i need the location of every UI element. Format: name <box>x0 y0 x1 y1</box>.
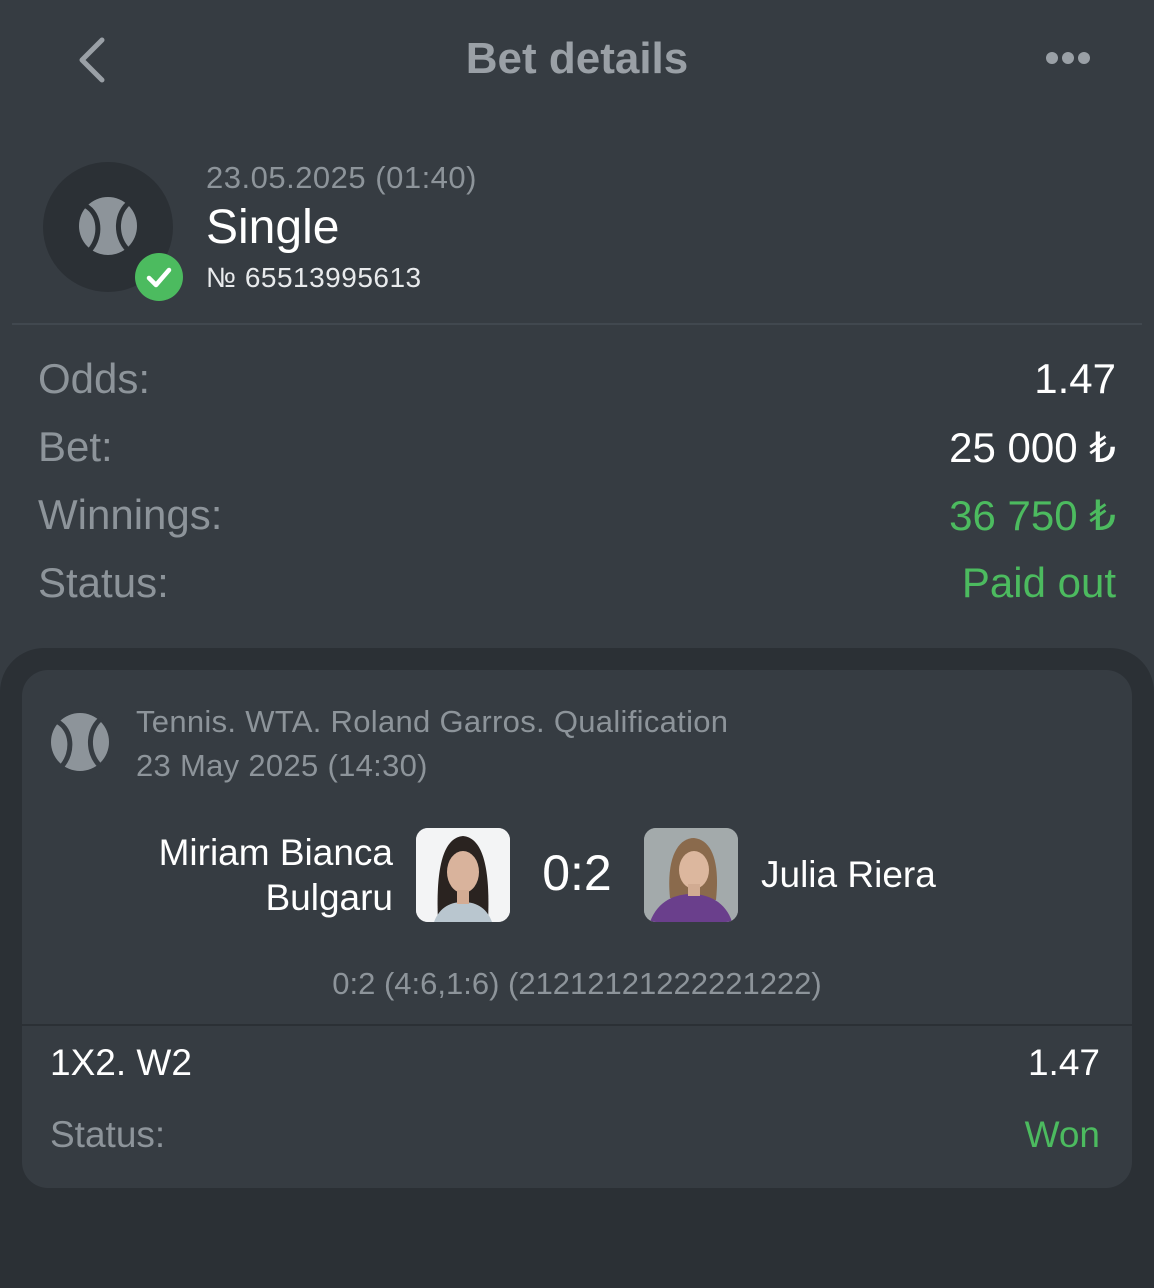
winnings-value: 36 750 ₺ <box>949 492 1116 539</box>
page-title: Bet details <box>465 34 689 83</box>
bet-date: 23.05.2025 (01:40) <box>206 160 477 195</box>
odds-value: 1.47 <box>1034 355 1116 402</box>
team1-name-line1: Miriam Bianca <box>158 832 393 873</box>
bet-number: № 65513995613 <box>206 262 422 293</box>
status-row: Status: Paid out <box>38 559 1116 609</box>
status-label: Status: <box>38 559 169 606</box>
team1-name-line2: Bulgaru <box>265 877 393 918</box>
selection-status-label: Status: <box>50 1114 166 1155</box>
top-bar: Bet details <box>0 0 1154 120</box>
status-value: Paid out <box>961 559 1116 606</box>
winnings-label: Winnings: <box>38 491 223 538</box>
stake-row: Bet: 25 000 ₺ <box>38 423 1116 473</box>
stake-label: Bet: <box>38 423 113 470</box>
divider <box>12 323 1142 325</box>
team2-avatar <box>644 828 738 922</box>
team2-name: Julia Riera <box>761 854 936 895</box>
event-league: Tennis. WTA. Roland Garros. Qualificatio… <box>136 704 729 739</box>
team1-avatar <box>416 828 510 922</box>
bet-type: Single <box>206 201 340 254</box>
set-scores: 0:2 (4:6,1:6) (21212121222221222) <box>332 966 822 1001</box>
odds-label: Odds: <box>38 355 151 402</box>
more-horizontal-icon <box>1046 52 1090 64</box>
odds-row: Odds: 1.47 <box>38 355 1116 405</box>
stake-value: 25 000 ₺ <box>949 424 1116 471</box>
selection-market: 1X2. W2 <box>50 1042 192 1083</box>
match-score: 0:2 <box>542 845 612 901</box>
selection-status-value: Won <box>1024 1114 1100 1155</box>
tennis-ball-icon <box>51 713 109 771</box>
divider <box>22 1024 1132 1026</box>
event-date: 23 May 2025 (14:30) <box>136 748 428 783</box>
more-options-button[interactable] <box>1040 46 1096 70</box>
winnings-row: Winnings: 36 750 ₺ <box>38 491 1116 541</box>
event-card[interactable]: Tennis. WTA. Roland Garros. Qualificatio… <box>22 670 1132 1188</box>
team1-name: Miriam Bianca Bulgaru <box>159 830 393 920</box>
check-circle-icon <box>135 253 183 301</box>
selection-odds: 1.47 <box>1027 1042 1100 1083</box>
tennis-ball-icon <box>79 197 137 255</box>
